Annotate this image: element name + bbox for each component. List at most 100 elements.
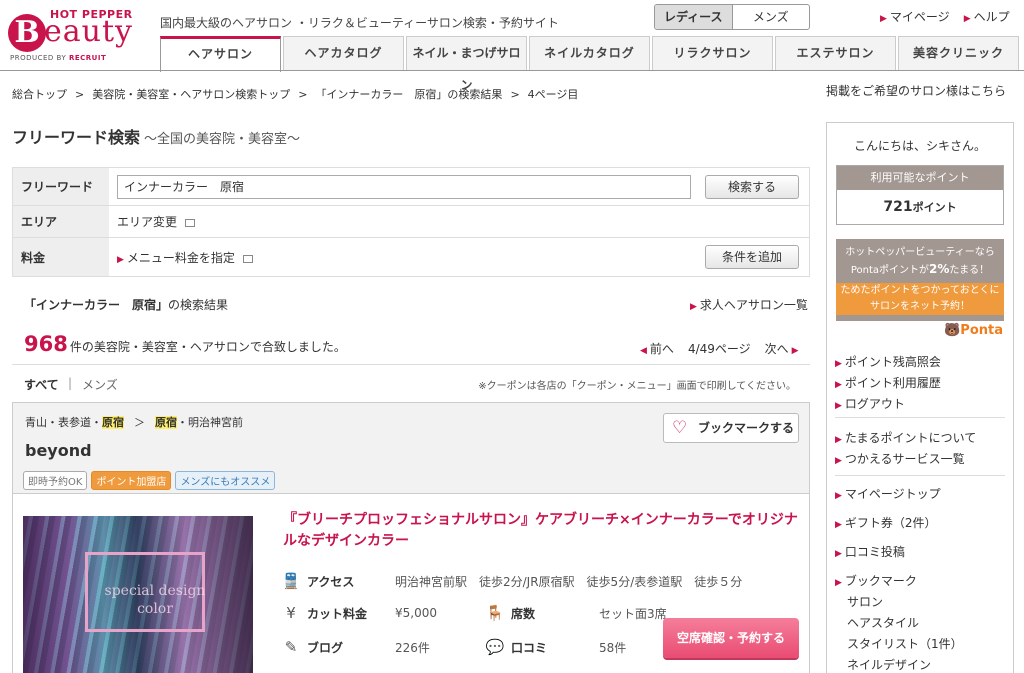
price-label: 料金 [13, 238, 109, 276]
tab-nail-catalog[interactable]: ネイルカタログ [529, 36, 650, 70]
speech-bubble-icon: 💬 [485, 638, 505, 656]
top-links: ▶ マイページ ▶ ヘルプ [880, 8, 1010, 25]
point-balance-link[interactable]: ▶ ポイント残高照会 [835, 353, 941, 374]
tab-beauty-clinic[interactable]: 美容クリニック [898, 36, 1019, 70]
salon-listing-link[interactable]: 掲載をご希望のサロン様はこちら [826, 82, 1006, 99]
access-row: 🚆 アクセス 明治神宮前駅 徒歩2分/JR原宿駅 徒歩5分/表参道駅 徒歩５分 [281, 572, 743, 590]
earn-points-link[interactable]: ▶ たまるポイントについて [835, 429, 976, 450]
add-condition-button[interactable]: 条件を追加 [705, 245, 799, 269]
logout-link[interactable]: ▶ ログアウト [835, 395, 941, 416]
mypage-top-link[interactable]: ▶ マイページトップ [835, 485, 963, 506]
results-heading: 「インナーカラー 原宿」の検索結果 [24, 298, 229, 312]
arrow-right-icon: ▶ [690, 302, 697, 312]
pen-icon: ✎ [284, 638, 298, 656]
review-link[interactable]: 口コミ [511, 639, 599, 656]
logo-b-mark: B [8, 14, 46, 52]
price-menu-link[interactable]: ▶ メニュー料金を指定 [117, 249, 253, 266]
salon-name-link[interactable]: beyond [25, 441, 92, 460]
breadcrumb: 総合トップ > 美容院・美容室・ヘアサロン検索トップ > 「インナーカラー 原宿」の検索… [12, 86, 578, 102]
salon-area: 青山・表参道・原宿＞原宿・明治神宮前 [25, 416, 243, 429]
filter-mens-tab[interactable]: メンズ [82, 376, 118, 393]
breadcrumb-search-results[interactable]: 「インナーカラー 原宿」の検索結果 [315, 88, 502, 101]
review-post-link[interactable]: ▶ 口コミ投稿 [835, 543, 963, 564]
cut-price-label: カット料金 [307, 606, 368, 621]
sidebar-divider [835, 417, 1005, 418]
breadcrumb-top[interactable]: 総合トップ [12, 88, 67, 101]
point-history-link[interactable]: ▶ ポイント利用履歴 [835, 374, 941, 395]
search-button[interactable]: 検索する [705, 174, 799, 199]
result-count-text: 件の美容院・美容室・ヘアサロンで合致しました。 [69, 340, 346, 354]
price-row: ¥ カット料金 ¥5,000 🪑 席数 セット面3席 [281, 604, 667, 622]
freeword-input[interactable] [117, 174, 691, 199]
area-label: エリア [13, 206, 109, 237]
mens-recommended-badge: メンズにもオススメ [175, 471, 276, 490]
breadcrumb-separator: > [75, 88, 85, 101]
prev-page-link[interactable]: ◀ 前へ [640, 340, 674, 357]
train-icon: 🚆 [281, 572, 301, 590]
tab-esthetic-salon[interactable]: エステサロン [775, 36, 896, 70]
next-page-link[interactable]: 次へ ▶ [765, 340, 802, 357]
breadcrumb-separator: > [510, 88, 520, 101]
gift-card-link[interactable]: ▶ ギフト券（2件） [835, 514, 963, 535]
coupon-note: ※クーポンは各店の「クーポン・メニュー」画面で印刷してください。 [478, 381, 796, 392]
blog-count: 226件 [395, 640, 430, 655]
page-title: フリーワード検索 ～全国の美容院・美容室～ [12, 128, 301, 147]
points-label: 利用可能なポイント [837, 166, 1003, 190]
greeting: こんにちは、シキさん。 [853, 139, 986, 153]
ponta-logo: 🐻Ponta [944, 323, 1003, 338]
tab-relax-salon[interactable]: リラクサロン [652, 36, 773, 70]
photo-caption: special design color [104, 583, 206, 617]
freeword-label: フリーワード [13, 168, 109, 205]
point-member-badge: ポイント加盟店 [91, 471, 172, 490]
sidebar: こんにちは、シキさん。 利用可能なポイント 721ポイント ホットペッパービュー… [826, 122, 1014, 673]
pagination: ◀ 前へ 4/49ページ 次へ ▶ [640, 340, 802, 357]
salon-photo[interactable]: special design color [23, 516, 253, 673]
gender-mens-button[interactable]: メンズ [733, 5, 810, 29]
chair-icon: 🪑 [485, 604, 505, 622]
result-count-number: 968 [24, 332, 68, 356]
tab-hair-catalog[interactable]: ヘアカタログ [283, 36, 404, 70]
arrow-right-icon: ▶ [963, 14, 971, 24]
bookmark-salon-link[interactable]: サロン [835, 593, 963, 612]
hotpepper-beauty-logo[interactable]: HOT PEPPER B eauty PRODUCED BY RECRUIT [8, 8, 136, 64]
breadcrumb-hair-top[interactable]: 美容院・美容室・ヘアサロン検索トップ [92, 88, 290, 101]
ponta-banner[interactable]: ホットペッパービューティーなら Pontaポイントが2%たまる！ ためたポイント… [836, 239, 1004, 321]
tab-divider [0, 70, 1024, 71]
bookmark-nail-link[interactable]: ネイルデザイン [835, 656, 963, 673]
gender-toggle: レディース メンズ [654, 4, 810, 30]
bookmark-button[interactable]: ♡ ブックマークする [663, 413, 799, 443]
search-form: フリーワード 検索する エリア エリア変更 料金 ▶メニュー料金を指定 条件を追… [12, 167, 810, 277]
blog-link[interactable]: ブログ [307, 639, 395, 656]
points-box: 利用可能なポイント 721ポイント [836, 165, 1004, 225]
salon-catchcopy-link[interactable]: 『ブリーチプロッフェショナルサロン』ケアブリーチ×インナーカラーでオリジナルなデ… [283, 510, 803, 552]
seats-label: 席数 [511, 606, 536, 621]
filter-bar: すべて | メンズ ※クーポンは各店の「クーポン・メニュー」画面で印刷してくださ… [12, 364, 810, 400]
seats-value: セット面3席 [599, 606, 667, 621]
sidebar-divider [835, 475, 1005, 476]
bookmark-hairstyle-link[interactable]: ヘアスタイル [835, 614, 963, 633]
area-change-link[interactable]: エリア変更 [117, 213, 196, 230]
site-tagline: 国内最大級のヘアサロン ・リラク＆ビューティーサロン検索・予約サイト [160, 16, 559, 30]
logo-produced-by: PRODUCED BY RECRUIT [10, 54, 107, 62]
external-window-icon [185, 219, 196, 227]
job-salon-list-link[interactable]: ▶ 求人ヘアサロン一覧 [690, 296, 808, 313]
bookmark-stylist-link[interactable]: スタイリスト（1件） [835, 635, 963, 654]
external-window-icon [242, 254, 253, 263]
filter-all-tab[interactable]: すべて [24, 376, 59, 393]
usable-services-link[interactable]: ▶ つかえるサービス一覧 [835, 450, 976, 471]
tab-nail-eyelash-salon[interactable]: ネイル・まつげサロン [406, 36, 527, 92]
gender-ladies-button[interactable]: レディース [655, 5, 733, 29]
salon-card-body: special design color 『ブリーチプロッフェショナルサロン』ケ… [12, 494, 810, 673]
access-value: 明治神宮前駅 徒歩2分/JR原宿駅 徒歩5分/表参道駅 徒歩５分 [395, 574, 743, 589]
mypage-link[interactable]: ▶ マイページ [880, 8, 950, 25]
logo-wordmark: eauty [44, 14, 133, 49]
tab-hair-salon[interactable]: ヘアサロン [160, 36, 281, 72]
points-value: 721ポイント [883, 199, 957, 215]
mypage-menu: ▶ マイページトップ ▶ ギフト券（2件） ▶ 口コミ投稿 ▶ ブックマーク サロン ヘ… [835, 485, 963, 673]
instant-booking-badge: 即時予約OK [23, 471, 88, 490]
page-indicator: 4/49ページ [687, 342, 751, 356]
reserve-button[interactable]: 空席確認・予約する [663, 618, 799, 658]
bookmark-link[interactable]: ▶ ブックマーク [835, 572, 963, 593]
heart-icon: ♡ [672, 418, 688, 438]
help-link[interactable]: ▶ ヘルプ [964, 8, 1010, 25]
